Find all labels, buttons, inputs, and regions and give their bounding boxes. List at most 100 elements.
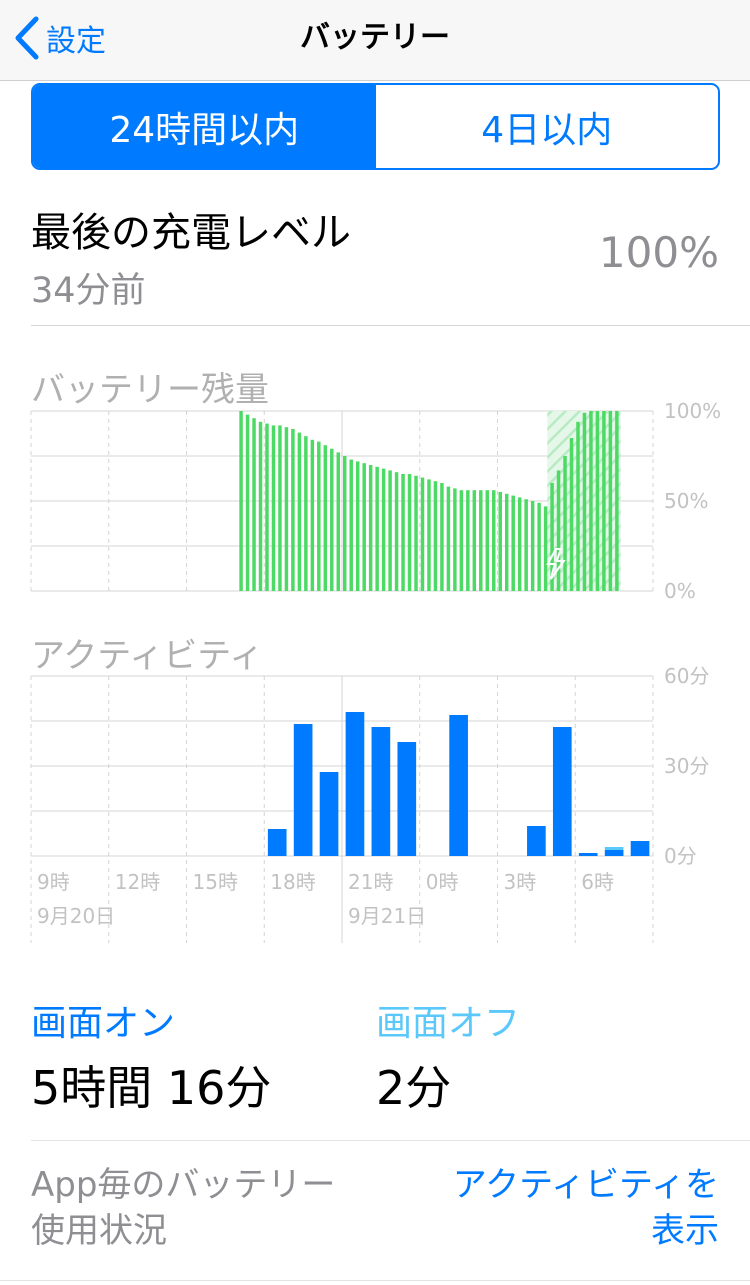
battery-bar (537, 502, 541, 591)
activity-bar-screen-on (630, 841, 650, 856)
battery-y-tick-label: 0% (664, 579, 696, 603)
battery-bar (498, 492, 502, 591)
battery-bar (615, 411, 619, 591)
battery-bar (556, 470, 561, 591)
per-app-usage-label-line2: 使用状況 (31, 1211, 167, 1251)
activity-bar-screen-on (293, 724, 313, 856)
battery-bar (453, 488, 457, 591)
activity-y-tick-label: 0分 (664, 844, 697, 868)
divider (31, 325, 750, 326)
per-app-usage-label-line1: App毎のバッテリー (31, 1165, 336, 1205)
battery-bar (252, 418, 256, 591)
date-label: 9月20日 (37, 904, 115, 928)
x-tick-label: 15時 (193, 870, 238, 894)
battery-bar (375, 466, 379, 591)
x-tick-label: 12時 (115, 870, 160, 894)
battery-bar (414, 475, 418, 591)
battery-bar (608, 411, 613, 591)
battery-bar (368, 465, 373, 591)
battery-activity-charts[interactable]: 100% 50% 0% 60分 30分 0分 9時 12時 15時 18時 21時 0時 3時 6時 9… (0, 395, 750, 950)
battery-bar (589, 411, 593, 591)
activity-bar-screen-on (578, 853, 598, 856)
activity-bar-screen-on (345, 712, 365, 856)
battery-bar (595, 411, 600, 591)
battery-bar (511, 495, 515, 591)
show-activity-link[interactable]: アクティビティを 表示 (389, 1162, 719, 1254)
divider (31, 1140, 750, 1141)
x-tick-label: 6時 (581, 870, 614, 894)
battery-bar (310, 439, 315, 591)
last-charge-label: 最後の充電レベル (31, 210, 351, 256)
activity-y-tick-label: 30分 (664, 754, 709, 778)
battery-bar (466, 490, 470, 591)
battery-bar (394, 472, 399, 591)
battery-bar (479, 490, 483, 591)
segment-4-days[interactable]: 4日以内 (376, 85, 719, 168)
x-tick-label: 9時 (37, 870, 70, 894)
battery-bar (582, 412, 587, 591)
screen-on-value: 5時間 16分 (31, 1061, 272, 1115)
activity-bar-screen-on (319, 772, 339, 856)
battery-bar (355, 461, 360, 591)
battery-bar (297, 432, 302, 591)
battery-bar (401, 474, 405, 591)
battery-bar (576, 421, 580, 591)
battery-bar (504, 493, 509, 591)
battery-bar (323, 445, 328, 591)
battery-bar (563, 456, 567, 591)
battery-bar (407, 474, 412, 591)
battery-bar (530, 501, 535, 591)
x-tick-label: 0時 (426, 870, 459, 894)
screen-off-label: 画面オフ (376, 1003, 521, 1044)
screen-on-label: 画面オン (31, 1003, 176, 1044)
battery-bar (420, 477, 425, 591)
battery-bar (343, 456, 347, 591)
battery-bar (349, 459, 353, 591)
battery-bar (569, 438, 574, 591)
battery-bar (485, 490, 490, 591)
battery-bar (258, 421, 263, 591)
battery-bar (304, 436, 308, 591)
activity-bar-screen-on (449, 715, 468, 856)
screen-off-value: 2分 (376, 1061, 452, 1115)
x-tick-label: 21時 (348, 870, 393, 894)
battery-bar (291, 429, 295, 591)
battery-bar (602, 411, 606, 591)
battery-bar (317, 441, 321, 591)
battery-bar (472, 490, 477, 591)
battery-bar (284, 427, 289, 591)
activity-bar-screen-on (397, 742, 417, 856)
battery-bar (245, 414, 250, 591)
activity-bar-screen-off (604, 847, 624, 850)
battery-bar (524, 499, 528, 591)
battery-bar (265, 423, 269, 591)
segment-24-hours[interactable]: 24時間以内 (33, 85, 376, 168)
battery-y-tick-label: 50% (664, 489, 708, 513)
battery-bar (433, 481, 438, 591)
battery-bar (381, 468, 386, 591)
divider (0, 1280, 750, 1281)
show-activity-link-line2: 表示 (651, 1211, 719, 1251)
last-charge-time: 34分前 (31, 271, 146, 311)
activity-bar-screen-on (371, 727, 391, 856)
battery-bar (239, 411, 243, 591)
battery-bar (427, 479, 431, 591)
time-range-segmented-control: 24時間以内 4日以内 (31, 83, 720, 170)
battery-bar (362, 463, 366, 591)
last-charge-value: 100% (598, 228, 719, 277)
date-label: 9月21日 (348, 904, 426, 928)
activity-bar-screen-on (552, 727, 572, 856)
x-tick-label: 3時 (504, 870, 537, 894)
battery-bar (330, 448, 334, 591)
battery-bar (459, 490, 464, 591)
page-title: バッテリー (300, 20, 450, 55)
battery-bar (517, 497, 522, 591)
battery-y-tick-label: 100% (664, 399, 721, 423)
battery-bar (446, 486, 451, 591)
battery-bar (492, 490, 496, 591)
battery-bar (440, 483, 444, 591)
per-app-usage-label: App毎のバッテリー 使用状況 (31, 1162, 371, 1254)
activity-bar-screen-on (604, 850, 624, 856)
battery-bar (388, 470, 392, 591)
x-tick-label: 18時 (270, 870, 315, 894)
